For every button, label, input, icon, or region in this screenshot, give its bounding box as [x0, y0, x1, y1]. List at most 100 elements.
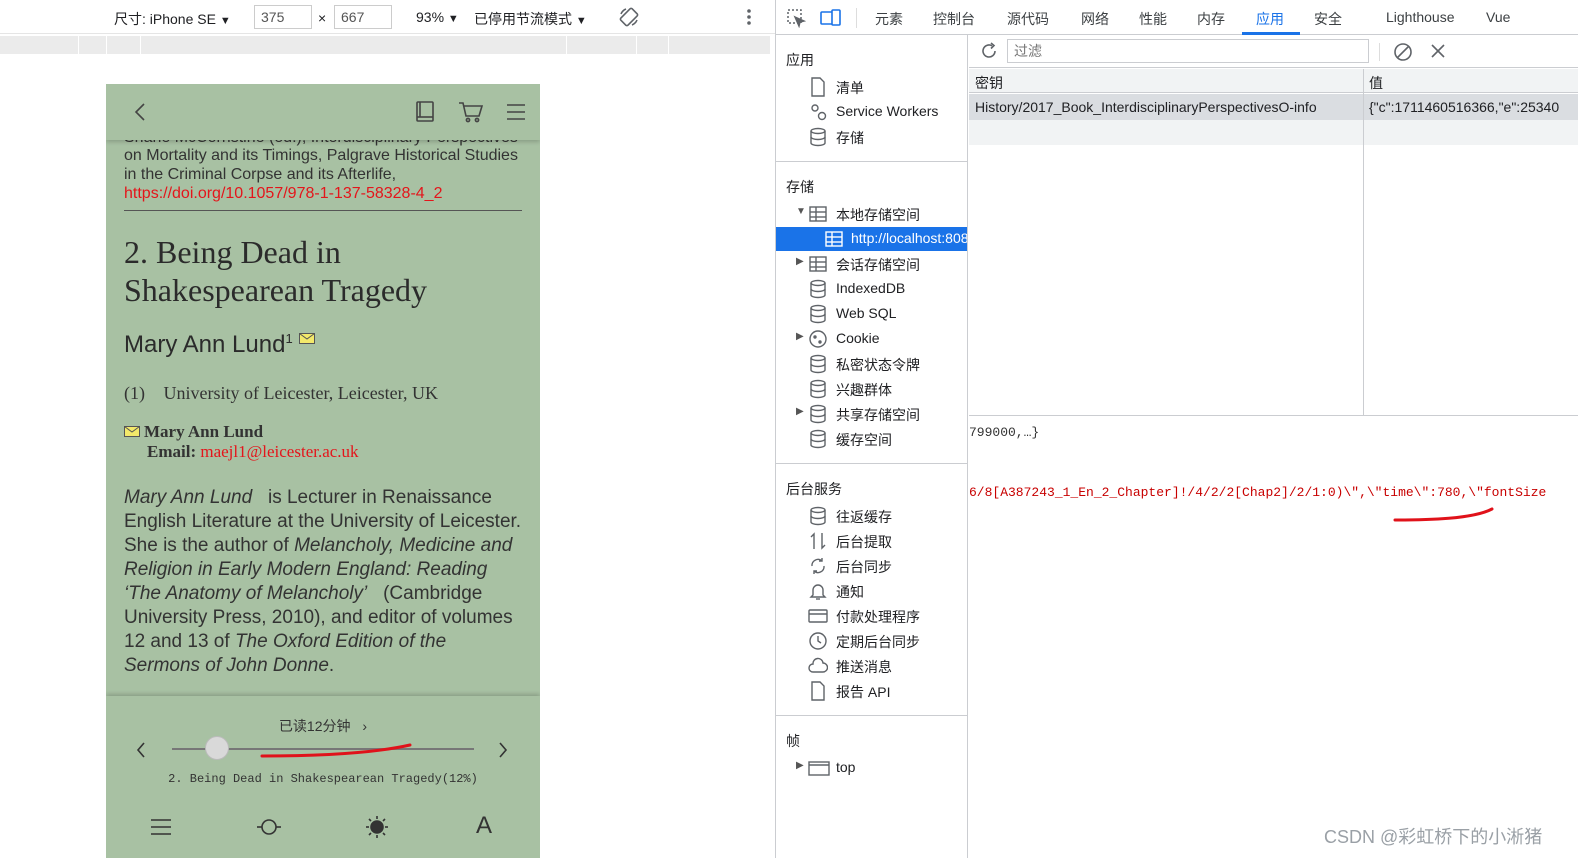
- caret-down-icon[interactable]: ▼: [796, 206, 806, 217]
- read-time-row[interactable]: 已读12分钟 ›: [106, 716, 540, 736]
- sidebar-item-service-workers[interactable]: Service Workers: [776, 100, 967, 124]
- bio-segment: Mary Ann Lund: [124, 487, 253, 508]
- chevron-down-icon: ▼: [447, 13, 459, 25]
- inspect-element-icon[interactable]: [786, 8, 806, 28]
- rotate-icon[interactable]: [618, 6, 640, 28]
- caret-right-icon[interactable]: ▶: [796, 331, 804, 342]
- caret-right-icon[interactable]: ▶: [796, 760, 804, 771]
- menu-icon[interactable]: [506, 103, 526, 121]
- doi-link[interactable]: https://doi.org/10.1057/978-1-137-58328-…: [124, 184, 522, 203]
- sidebar-item-websql[interactable]: Web SQL: [776, 302, 967, 326]
- affiliation: (1) University of Leicester, Leicester, …: [124, 383, 522, 404]
- tab-console[interactable]: 控制台: [933, 9, 975, 29]
- sidebar-item-interest-groups[interactable]: 兴趣群体: [776, 377, 967, 401]
- caret-right-icon[interactable]: ▶: [796, 406, 804, 417]
- clock-icon: [808, 631, 828, 651]
- devtools-panel: 元素 控制台 源代码 网络 性能 内存 应用 安全 Lighthouse Vue…: [775, 0, 1578, 858]
- chapter-title-line: 2. Being Dead in: [124, 234, 341, 270]
- sidebar-item-notifications[interactable]: 通知: [776, 579, 967, 603]
- sidebar-item-label: 付款处理程序: [836, 609, 920, 625]
- sidebar-item-session-storage[interactable]: ▶ 会话存储空间: [776, 252, 967, 276]
- sidebar-item-local-storage[interactable]: ▼ 本地存储空间: [776, 202, 967, 226]
- sidebar-item-storage-overview[interactable]: 存储: [776, 125, 967, 149]
- red-annotation-underline: [260, 743, 412, 758]
- book-icon[interactable]: [414, 100, 436, 124]
- cart-icon[interactable]: [458, 100, 484, 124]
- device-width-input[interactable]: [254, 5, 312, 29]
- more-options-icon[interactable]: [746, 8, 752, 26]
- sidebar-item-label: 报告 API: [836, 684, 891, 700]
- sidebar-item-label: IndexedDB: [836, 280, 906, 296]
- column-header-value[interactable]: 值: [1369, 73, 1383, 93]
- tab-security[interactable]: 安全: [1314, 9, 1342, 29]
- row-key: History/2017_Book_InterdisciplinaryPersp…: [975, 99, 1317, 115]
- tab-application[interactable]: 应用: [1256, 9, 1284, 29]
- font-size-icon[interactable]: A: [476, 812, 492, 840]
- storage-main-area: 密钥 值 History/2017_Book_Interdisciplinary…: [969, 35, 1578, 858]
- contact-block: Mary Ann Lund Email: maejl1@leicester.ac…: [124, 422, 522, 462]
- sidebar-item-periodic-sync[interactable]: 定期后台同步: [776, 629, 967, 653]
- column-divider[interactable]: [1363, 69, 1364, 415]
- delete-selected-icon[interactable]: [1431, 44, 1445, 58]
- device-toggle-icon[interactable]: [820, 8, 842, 28]
- media-query-ruler[interactable]: [0, 36, 770, 54]
- sidebar-item-background-fetch[interactable]: 后台提取: [776, 529, 967, 553]
- sidebar-item-cookie[interactable]: ▶ Cookie: [776, 327, 967, 351]
- sidebar-item-shared-storage[interactable]: ▶ 共享存储空间: [776, 402, 967, 426]
- progress-thumb[interactable]: [205, 736, 230, 760]
- sidebar-divider: [776, 161, 967, 162]
- clear-all-icon[interactable]: [1393, 42, 1413, 62]
- throttle-dropdown[interactable]: 已停用节流模式 ▼: [474, 9, 587, 29]
- filter-input[interactable]: [1007, 39, 1369, 63]
- tab-network[interactable]: 网络: [1081, 9, 1109, 29]
- tab-performance[interactable]: 性能: [1139, 9, 1167, 29]
- section-title-frames: 帧: [786, 733, 800, 749]
- email-label: Email:: [147, 442, 197, 461]
- brightness-icon[interactable]: [365, 815, 389, 839]
- preview-line: 6/8[A387243_1_En_2_Chapter]!/4/2/2[Chap2…: [969, 485, 1547, 500]
- sidebar-item-label: 私密状态令牌: [836, 357, 920, 373]
- device-size-label: 尺寸: iPhone SE: [114, 11, 216, 27]
- sidebar-item-reporting-api[interactable]: 报告 API: [776, 679, 967, 703]
- tab-lighthouse[interactable]: Lighthouse: [1386, 9, 1455, 25]
- mail-icon[interactable]: [299, 333, 316, 344]
- zoom-dropdown[interactable]: 93% ▼: [416, 9, 459, 25]
- sidebar-item-localhost[interactable]: http://localhost:8080: [776, 227, 967, 251]
- preview-splitter[interactable]: [969, 415, 1578, 416]
- back-icon[interactable]: [134, 102, 146, 122]
- email-link[interactable]: maejl1@leicester.ac.uk: [200, 442, 358, 461]
- tab-sources[interactable]: 源代码: [1007, 9, 1049, 29]
- author-name: Mary Ann Lund: [124, 331, 286, 358]
- device-height-input[interactable]: [334, 5, 392, 29]
- sidebar-item-payment-handler[interactable]: 付款处理程序: [776, 604, 967, 628]
- tab-memory[interactable]: 内存: [1197, 9, 1225, 29]
- next-chapter-icon[interactable]: [498, 741, 508, 759]
- reader-top-bar: [106, 84, 540, 140]
- column-header-key[interactable]: 密钥: [975, 73, 1003, 93]
- contents-icon[interactable]: [150, 818, 172, 836]
- sidebar-item-private-state-tokens[interactable]: 私密状态令牌: [776, 352, 967, 376]
- chevron-down-icon: ▼: [219, 15, 231, 27]
- sidebar-item-label: 后台同步: [836, 559, 892, 575]
- table-row[interactable]: History/2017_Book_InterdisciplinaryPersp…: [969, 94, 1578, 120]
- sidebar-item-cache-storage[interactable]: 缓存空间: [776, 427, 967, 451]
- sidebar-item-label: Cookie: [836, 330, 880, 346]
- tab-vue[interactable]: Vue: [1486, 9, 1510, 25]
- previous-chapter-icon[interactable]: [136, 741, 146, 759]
- sidebar-item-manifest[interactable]: 清单: [776, 75, 967, 99]
- sidebar-item-frame-top[interactable]: ▶ top: [776, 756, 967, 780]
- device-size-dropdown[interactable]: 尺寸: iPhone SE ▼: [114, 9, 231, 29]
- cloud-icon: [808, 656, 828, 676]
- sidebar-item-indexeddb[interactable]: IndexedDB: [776, 277, 967, 301]
- progress-settings-icon[interactable]: [256, 816, 282, 838]
- sidebar-item-background-sync[interactable]: 后台同步: [776, 554, 967, 578]
- affiliation-number: (1): [124, 383, 145, 403]
- refresh-icon[interactable]: [979, 41, 999, 61]
- tab-elements[interactable]: 元素: [875, 9, 903, 29]
- sidebar-item-bfcache[interactable]: 往返缓存: [776, 504, 967, 528]
- bio-segment: .: [328, 655, 335, 676]
- caret-right-icon[interactable]: ▶: [796, 256, 804, 267]
- red-annotation-underline: [1393, 507, 1494, 522]
- citation-line: in the Criminal Corpse and its Afterlife…: [124, 166, 397, 183]
- sidebar-item-push-messaging[interactable]: 推送消息: [776, 654, 967, 678]
